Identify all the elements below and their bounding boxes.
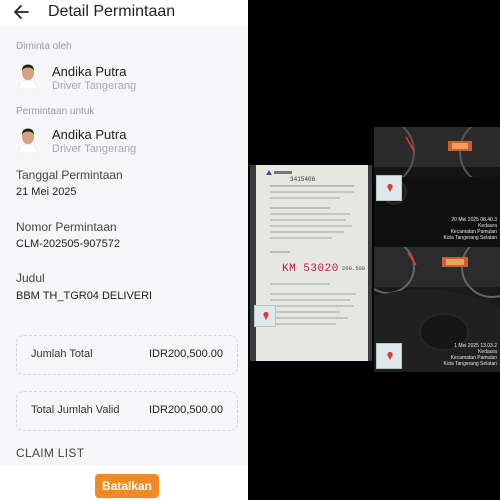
total-amount: IDR200,500.00 [149,348,223,360]
map-thumbnail [254,305,276,327]
requested-by-label: Diminta oleh [16,41,72,52]
fuel-receipt: 3415406 KM 53020 200.500 [256,165,368,361]
requested-for-label: Permintaan untuk [16,106,95,117]
photo-location: Kota Tangerang Selatan [443,235,497,241]
title-value: BBM TH_TGR04 DELIVERI [16,290,153,302]
title-label: Judul [16,271,45,285]
avatar [16,63,40,89]
recipient-role: Driver Tangerang [52,143,137,155]
cancel-button[interactable]: Batalkan [95,474,159,498]
odometer-photo[interactable]: 20 Mei 2025 08.40.3 Kedaura Kecamatan Pa… [374,127,500,372]
photo-location: Kota Tangerang Selatan [443,361,497,367]
valid-total-label: Total Jumlah Valid [31,404,120,416]
station-number: 3415406 [290,176,316,183]
claim-list-heading: CLAIM LIST [16,446,85,460]
page-title: Detail Permintaan [48,3,176,20]
receipt-photo[interactable]: 3415406 KM 53020 200.500 [250,165,372,361]
avatar [16,127,40,153]
map-pin-icon [263,312,269,320]
screen: Detail Permintaan Diminta oleh Andika Pu… [0,0,500,500]
map-thumbnail [376,175,402,201]
handwritten-km: KM 53020 [282,263,339,275]
map-pin-icon [387,352,393,360]
app-bar: Detail Permintaan [0,0,248,26]
recipient-name: Andika Putra [52,127,127,142]
requester-role: Driver Tangerang [52,80,137,92]
request-number-label: Nomor Permintaan [16,220,117,234]
requester-name: Andika Putra [52,64,127,79]
total-amount-card: Jumlah Total IDR200,500.00 [16,335,238,375]
valid-total-card: Total Jumlah Valid IDR200,500.00 [16,391,238,431]
request-date-label: Tanggal Permintaan [16,168,123,182]
back-arrow-icon[interactable] [12,2,32,22]
receipt-total: 200.500 [342,265,366,272]
valid-total-amount: IDR200,500.00 [149,404,223,416]
map-thumbnail [376,343,402,369]
map-pin-icon [387,184,393,192]
request-number-value: CLM-202505-907572 [16,238,120,250]
total-label: Jumlah Total [31,348,93,360]
request-detail-screen: Detail Permintaan Diminta oleh Andika Pu… [0,0,248,500]
request-date-value: 21 Mei 2025 [16,186,77,198]
